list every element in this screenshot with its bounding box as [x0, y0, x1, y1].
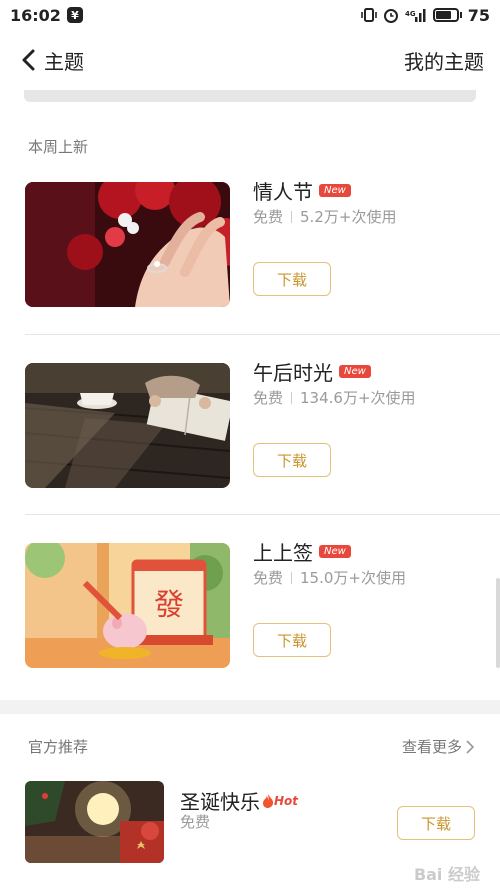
status-bar: 16:02 ¥ 4G 75	[0, 0, 500, 30]
list-item[interactable]: 午后时光 New 免费 134.6万+次使用 下载	[0, 353, 500, 533]
header: 主题 我的主题	[0, 30, 500, 90]
theme-name: 上上签 New	[253, 537, 351, 566]
watermark: Bai 经验	[413, 865, 480, 884]
page-title: 主题	[44, 49, 84, 74]
svg-text:4G: 4G	[405, 10, 416, 18]
theme-meta: 免费 15.0万+次使用	[253, 569, 406, 587]
my-themes-link[interactable]: 我的主题	[404, 46, 484, 75]
divider	[25, 334, 500, 335]
scroll-indicator[interactable]	[496, 578, 500, 668]
list-item[interactable]: 發 上上签 New 免费 15.0万+次使用 下载	[0, 533, 500, 713]
see-more-link[interactable]: 查看更多	[402, 736, 474, 757]
vibrate-icon	[360, 8, 377, 22]
theme-meta: 免费 5.2万+次使用	[253, 208, 397, 226]
weekly-new-title: 本周上新	[28, 138, 89, 156]
battery-icon	[432, 8, 462, 22]
theme-thumbnail-fortune[interactable]: 發	[25, 543, 230, 668]
battery-level: 75	[467, 5, 490, 25]
new-badge: New	[319, 545, 351, 558]
fortune-char: 發	[154, 588, 184, 623]
theme-thumbnail-christmas[interactable]	[25, 781, 164, 863]
hot-badge: Hot	[262, 793, 298, 808]
weekly-new-section: 本周上新 情人节 New 免费 5.2万+次使用 下载 午后时光 New 免费 …	[0, 90, 500, 700]
signal-icon: 4G	[405, 9, 426, 22]
new-badge: New	[339, 365, 371, 378]
back-button[interactable]	[16, 48, 40, 72]
theme-price: 免费	[180, 813, 211, 831]
theme-name: 情人节 New	[253, 176, 351, 205]
theme-thumbnail-afternoon[interactable]	[25, 363, 230, 488]
download-button[interactable]: 下载	[253, 443, 331, 477]
theme-meta: 免费 134.6万+次使用	[253, 389, 416, 407]
status-time: 16:02	[10, 5, 61, 25]
download-button[interactable]: 下载	[397, 806, 475, 840]
yen-icon: ¥	[66, 7, 83, 23]
previous-banner-edge	[24, 90, 476, 102]
chevron-right-icon	[466, 739, 474, 754]
divider	[25, 514, 500, 515]
flame-icon	[263, 793, 274, 808]
alarm-icon	[383, 9, 398, 23]
download-button[interactable]: 下载	[253, 262, 331, 296]
theme-thumbnail-valentine[interactable]	[25, 182, 230, 307]
official-title: 官方推荐	[28, 738, 89, 756]
new-badge: New	[319, 184, 351, 197]
chevron-left-icon	[22, 49, 35, 71]
list-item[interactable]: 情人节 New 免费 5.2万+次使用 下载	[0, 172, 500, 352]
theme-name: 午后时光 New	[253, 357, 371, 386]
download-button[interactable]: 下载	[253, 623, 331, 657]
status-icons: 4G 75	[360, 5, 490, 25]
